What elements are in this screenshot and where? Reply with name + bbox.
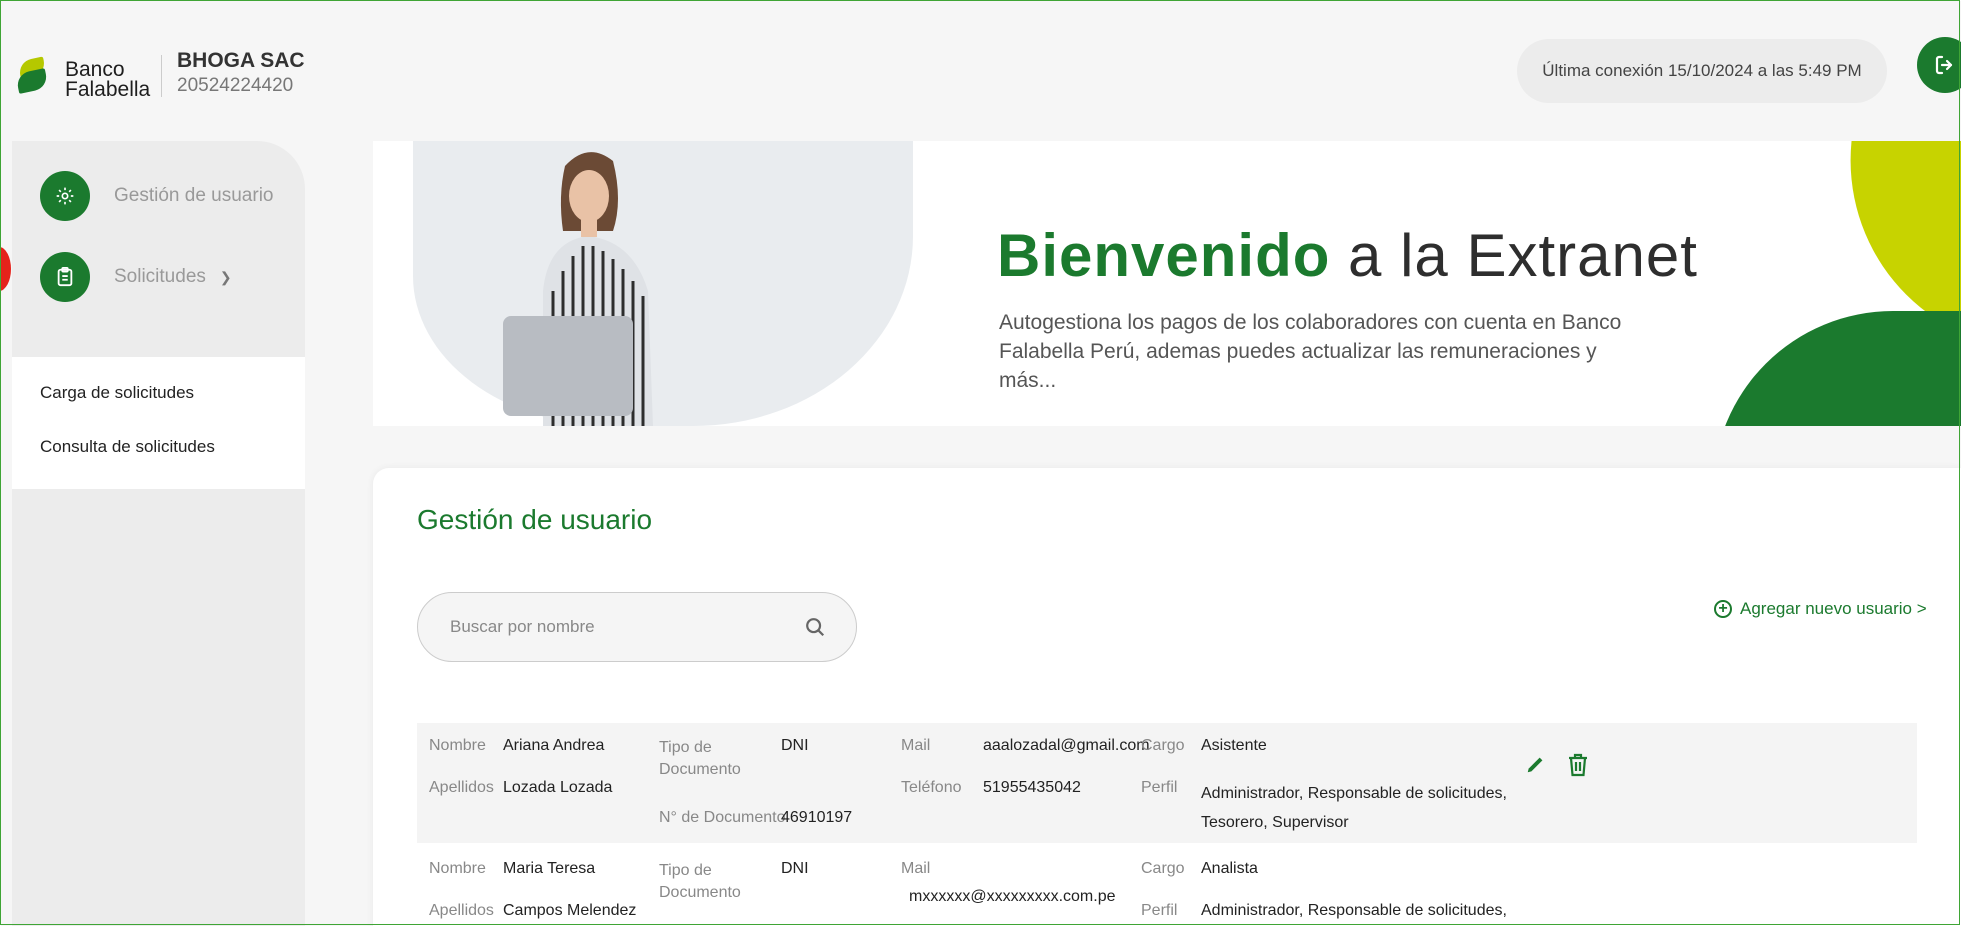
sidebar-item-label: Solicitudes	[114, 266, 206, 287]
table-row: Nombre Maria Teresa Apellidos Campos Mel…	[417, 848, 1917, 926]
label-nombre: Nombre	[429, 860, 486, 877]
sidebar-item-solicitudes[interactable]: Solicitudes ❯	[40, 252, 232, 302]
label-mail: Mail	[901, 860, 931, 877]
banner-title-bold: Bienvenido	[997, 222, 1331, 289]
label-num-documento: N° de Documento	[659, 809, 786, 826]
company-name: BHOGA SAC	[177, 49, 305, 72]
banner-title-rest: a la Extranet	[1330, 222, 1698, 289]
edit-pencil-icon[interactable]	[1525, 753, 1547, 781]
label-tipo-documento: Tipo de Documento	[659, 739, 741, 778]
value-cargo: Asistente	[1201, 737, 1267, 754]
chevron-down-icon[interactable]: ❯	[220, 269, 232, 286]
label-perfil: Perfil	[1141, 902, 1178, 919]
last-connection-badge: Última conexión 15/10/2024 a las 5:49 PM	[1517, 39, 1887, 103]
value-cargo: Analista	[1201, 860, 1258, 877]
table-row: Nombre Ariana Andrea Apellidos Lozada Lo…	[417, 723, 1917, 843]
top-header: Banco Falabella BHOGA SAC 20524224420 Úl…	[1, 1, 1961, 141]
value-nombre: Ariana Andrea	[503, 737, 605, 754]
value-perfil: Administrador, Responsable de solicitude…	[1201, 785, 1507, 831]
app-root: Banco Falabella BHOGA SAC 20524224420 Úl…	[1, 1, 1961, 926]
trash-icon[interactable]	[1567, 753, 1589, 783]
logo-text-falabella: Falabella	[65, 78, 151, 101]
page-title: Gestión de usuario	[417, 504, 653, 535]
banner-subtitle: Autogestiona los pagos de los colaborado…	[999, 311, 1622, 392]
search-box[interactable]	[417, 592, 857, 662]
label-telefono: Teléfono	[901, 779, 962, 796]
active-indicator	[1, 247, 11, 291]
clipboard-icon	[40, 252, 90, 302]
company-ruc: 20524224420	[177, 75, 294, 96]
label-perfil: Perfil	[1141, 779, 1178, 796]
banner-decoration-green	[1713, 311, 1961, 426]
welcome-banner: Bienvenido a la Extranet Autogestiona lo…	[373, 141, 1961, 426]
solicitudes-submenu: Carga de solicitudes Consulta de solicit…	[12, 357, 305, 489]
label-cargo: Cargo	[1141, 737, 1185, 754]
plus-circle-icon: +	[1714, 600, 1732, 618]
company-divider	[161, 55, 162, 97]
sidebar-item-gestion-usuario[interactable]: Gestión de usuario	[40, 171, 274, 221]
woman-with-laptop-illustration	[473, 141, 703, 426]
add-user-label: Agregar nuevo usuario >	[1740, 599, 1927, 618]
label-tipo-documento: Tipo de Documento	[659, 862, 741, 901]
gear-icon	[40, 171, 90, 221]
value-perfil: Administrador, Responsable de solicitude…	[1201, 902, 1507, 919]
value-tipo-documento: DNI	[781, 737, 809, 754]
sidebar-item-label: Gestión de usuario	[114, 185, 274, 206]
logo-text-banco: Banco	[65, 58, 125, 81]
value-mail: aaalozadal@gmail.com	[983, 737, 1150, 754]
value-nombre: Maria Teresa	[503, 860, 596, 877]
subitem-carga-solicitudes[interactable]: Carga de solicitudes	[40, 383, 194, 403]
value-num-documento: 46910197	[781, 809, 853, 826]
subitem-consulta-solicitudes[interactable]: Consulta de solicitudes	[40, 437, 215, 457]
label-apellidos: Apellidos	[429, 902, 494, 919]
label-mail: Mail	[901, 737, 931, 754]
value-tipo-documento: DNI	[781, 860, 809, 877]
value-apellidos: Lozada Lozada	[503, 779, 613, 796]
banner-title: Bienvenido a la Extranet	[997, 221, 1698, 290]
label-cargo: Cargo	[1141, 860, 1185, 877]
user-management-card: Gestión de usuario + Agregar nuevo usuar…	[373, 468, 1961, 926]
search-icon[interactable]	[804, 616, 826, 638]
value-telefono: 51955435042	[983, 779, 1081, 796]
value-apellidos: Campos Melendez	[503, 902, 637, 919]
search-input[interactable]	[448, 616, 804, 638]
logout-icon	[1935, 55, 1953, 75]
logout-button[interactable]	[1917, 37, 1961, 93]
sidebar: Gestión de usuario Solicitudes ❯ Carga d…	[12, 141, 305, 926]
value-mail: mxxxxxx@xxxxxxxxx.com.pe	[909, 888, 1116, 905]
label-nombre: Nombre	[429, 737, 486, 754]
add-user-link[interactable]: + Agregar nuevo usuario >	[1714, 599, 1927, 619]
banco-falabella-logo: Banco Falabella	[15, 53, 165, 101]
label-apellidos: Apellidos	[429, 779, 494, 796]
